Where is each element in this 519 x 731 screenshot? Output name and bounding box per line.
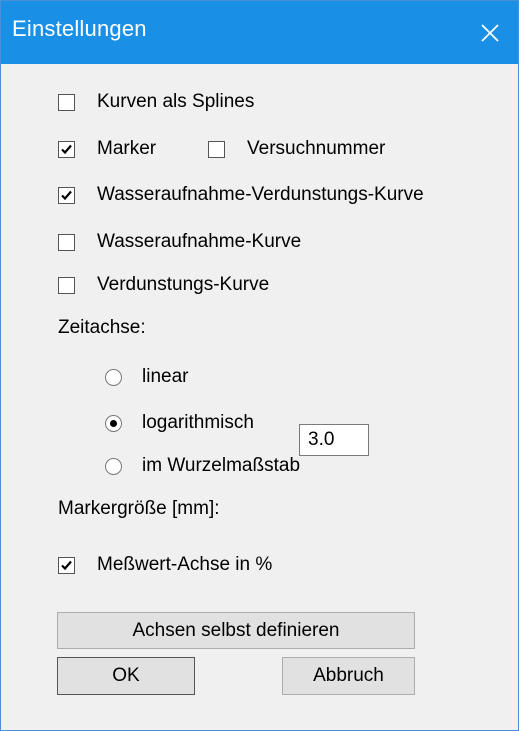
checkmark-icon: [61, 190, 72, 200]
square-root-radio[interactable]: [105, 457, 122, 475]
define-axes-button[interactable]: Achsen selbst definieren: [57, 612, 415, 649]
radio-dot-icon: [110, 419, 117, 427]
settings-dialog: Einstellungen Kurven als Splines Marker: [0, 0, 519, 731]
marker-size-label: Markergröße [mm]:: [58, 498, 220, 519]
option-splines[interactable]: Kurven als Splines: [58, 91, 254, 113]
linear-label: linear: [142, 366, 189, 387]
water-evap-curve-checkbox[interactable]: [58, 186, 75, 204]
dialog-title: Einstellungen: [12, 16, 147, 41]
trial-number-checkbox[interactable]: [208, 140, 225, 158]
time-axis-label: Zeitachse:: [58, 317, 146, 338]
close-icon: [480, 23, 500, 43]
marker-checkbox[interactable]: [58, 140, 75, 158]
water-curve-checkbox[interactable]: [58, 233, 75, 251]
radio-square-root[interactable]: im Wurzelmaßstab: [105, 455, 300, 477]
radio-linear[interactable]: linear: [105, 366, 188, 388]
ok-button[interactable]: OK: [57, 657, 195, 695]
radio-logarithmic[interactable]: logarithmisch: [105, 412, 254, 434]
checkmark-icon: [61, 144, 72, 154]
option-water-curve[interactable]: Wasseraufnahme-Kurve: [58, 231, 301, 253]
option-evap-curve[interactable]: Verdunstungs-Kurve: [58, 274, 269, 296]
logarithmic-radio[interactable]: [105, 414, 122, 432]
water-curve-label: Wasseraufnahme-Kurve: [97, 231, 302, 252]
splines-label: Kurven als Splines: [97, 91, 255, 112]
percent-axis-label: Meßwert-Achse in %: [97, 554, 273, 575]
close-button[interactable]: [462, 1, 518, 64]
option-trial-number[interactable]: Versuchnummer: [208, 138, 385, 160]
title-bar[interactable]: Einstellungen: [1, 1, 518, 64]
logarithmic-label: logarithmisch: [142, 412, 254, 433]
evap-curve-checkbox[interactable]: [58, 276, 75, 294]
splines-checkbox[interactable]: [58, 93, 75, 111]
water-evap-curve-label: Wasseraufnahme-Verdunstungs-Kurve: [97, 184, 424, 205]
square-root-label: im Wurzelmaßstab: [142, 455, 301, 476]
option-percent-axis[interactable]: Meßwert-Achse in %: [58, 554, 272, 576]
cancel-button[interactable]: Abbruch: [282, 657, 415, 695]
checkmark-icon: [61, 560, 72, 570]
option-water-evap-curve[interactable]: Wasseraufnahme-Verdunstungs-Kurve: [58, 184, 424, 206]
linear-radio[interactable]: [105, 368, 122, 386]
percent-axis-checkbox[interactable]: [58, 556, 75, 574]
trial-number-label: Versuchnummer: [247, 138, 386, 159]
option-marker[interactable]: Marker: [58, 138, 156, 160]
marker-size-input[interactable]: [299, 424, 369, 456]
evap-curve-label: Verdunstungs-Kurve: [97, 274, 270, 295]
marker-label: Marker: [97, 138, 157, 159]
